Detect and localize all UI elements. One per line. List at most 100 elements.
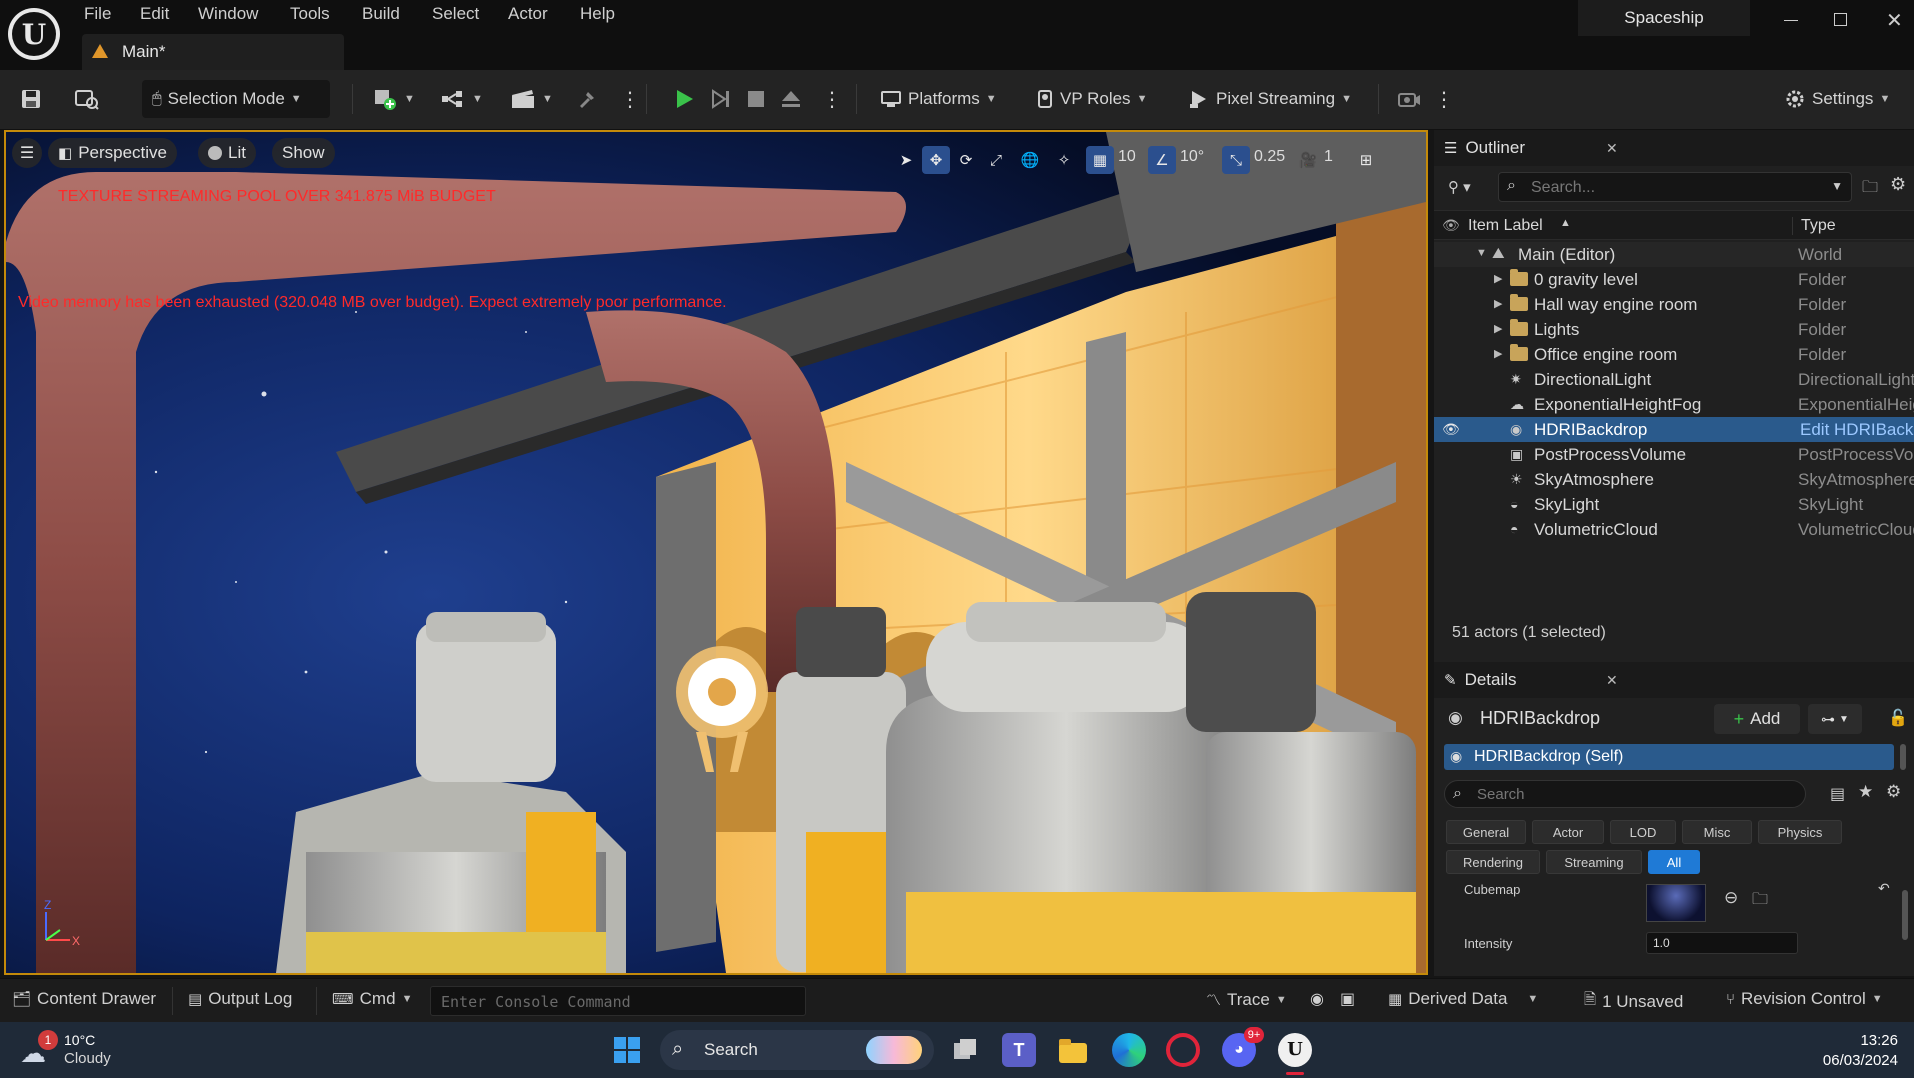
outliner-close-icon[interactable]: ✕ <box>1606 140 1618 157</box>
item-label-column[interactable]: Item Label <box>1468 217 1543 235</box>
cinematics-button[interactable]: ▼ <box>510 80 553 118</box>
menu-tools[interactable]: Tools <box>290 4 330 24</box>
select-tool-icon[interactable]: ➤ <box>892 146 920 174</box>
lit-button[interactable]: Lit <box>198 138 256 168</box>
filter-general[interactable]: General <box>1446 820 1526 844</box>
world-space-icon[interactable]: 🌐 <box>1016 146 1044 174</box>
filter-all[interactable]: All <box>1648 850 1700 874</box>
grid-snap-value[interactable]: 10 <box>1118 148 1136 166</box>
eject-button[interactable] <box>780 80 802 118</box>
selection-mode-dropdown[interactable]: 🖱 Selection Mode ▼ <box>142 80 330 118</box>
component-scrollbar[interactable] <box>1900 744 1906 770</box>
menu-build[interactable]: Build <box>362 4 400 24</box>
reset-to-default-icon[interactable]: ↶ <box>1878 880 1890 897</box>
filter-misc[interactable]: Misc <box>1682 820 1752 844</box>
unreal-editor-taskbar-icon[interactable]: U <box>1278 1033 1312 1067</box>
translate-tool-icon[interactable]: ✥ <box>922 146 950 174</box>
camera-speed-value[interactable]: 1 <box>1324 148 1333 166</box>
edge-browser-icon[interactable] <box>1112 1033 1146 1067</box>
tree-row-actor[interactable]: ✷ DirectionalLight DirectionalLight <box>1434 367 1914 392</box>
pixel-streaming-dropdown[interactable]: Pixel Streaming ▼ <box>1188 80 1352 118</box>
tree-row-actor[interactable]: ◓ VolumetricCloud VolumetricCloud <box>1434 517 1914 542</box>
perspective-button[interactable]: ◧ Perspective <box>48 138 178 168</box>
outliner-tab[interactable]: ☰ Outliner ✕ <box>1434 130 1914 166</box>
record-icon[interactable]: ◉ <box>1310 989 1324 1009</box>
menu-window[interactable]: Window <box>198 4 258 24</box>
camera-speed-icon[interactable]: 🎥 <box>1294 146 1322 174</box>
filter-lod[interactable]: LOD <box>1610 820 1676 844</box>
cmd-dropdown[interactable]: ⌨ Cmd ▼ <box>332 989 412 1009</box>
virtual-camera-icon[interactable] <box>1396 80 1422 118</box>
tree-row-actor[interactable]: ◒ SkyLight SkyLight <box>1434 492 1914 517</box>
details-close-icon[interactable]: ✕ <box>1606 672 1618 689</box>
settings-dropdown[interactable]: Settings ▼ <box>1784 80 1890 118</box>
menu-help[interactable]: Help <box>580 4 615 24</box>
tree-row-folder[interactable]: ▶ Lights Folder <box>1434 317 1914 342</box>
intensity-input[interactable]: 1.0 <box>1646 932 1798 954</box>
find-in-browser-icon[interactable]: 🗀 <box>1752 888 1768 915</box>
details-settings-icon[interactable]: ⚙ <box>1886 782 1901 802</box>
stop-button[interactable] <box>746 80 766 118</box>
rotate-tool-icon[interactable]: ⟳ <box>952 146 980 174</box>
tree-row-folder[interactable]: ▶ Hall way engine room Folder <box>1434 292 1914 317</box>
close-icon[interactable]: ✕ <box>1886 8 1903 33</box>
details-tab[interactable]: ✎ Details ✕ <box>1434 662 1914 698</box>
scale-snap-icon[interactable]: ⤡ <box>1222 146 1250 174</box>
task-view-icon[interactable] <box>948 1033 982 1067</box>
details-actor-name[interactable]: HDRIBackdrop <box>1480 708 1600 729</box>
minimize-icon[interactable] <box>1784 20 1798 21</box>
add-component-button[interactable]: + Add <box>1714 704 1800 734</box>
unsaved-button[interactable]: 🗎 1 Unsaved <box>1584 989 1683 1014</box>
menu-file[interactable]: File <box>84 4 111 24</box>
unreal-logo-icon[interactable]: U <box>8 8 60 60</box>
screenshot-icon[interactable]: ▣ <box>1340 989 1355 1009</box>
blueprints-button[interactable]: ▼ <box>440 80 483 118</box>
add-folder-icon[interactable]: 🗀 <box>1862 176 1878 203</box>
play-button[interactable] <box>672 80 696 118</box>
revision-control-dropdown[interactable]: ⑂ Revision Control ▼ <box>1726 989 1883 1009</box>
clock-time[interactable]: 13:26 <box>1828 1032 1898 1049</box>
tree-row-actor[interactable]: ☁ ExponentialHeightFog ExponentialHeight… <box>1434 392 1914 417</box>
save-icon[interactable] <box>20 80 42 118</box>
tree-row-main-editor[interactable]: ▼ ⛰ Main (Editor) World <box>1434 242 1914 267</box>
tree-row-actor[interactable]: ☀ SkyAtmosphere SkyAtmosphere <box>1434 467 1914 492</box>
lock-icon[interactable]: 🔓 <box>1888 708 1908 728</box>
windows-start-icon[interactable] <box>610 1033 644 1067</box>
toolbar-more-icon[interactable]: ⋮ <box>1434 80 1454 118</box>
component-row-selected[interactable]: ◉ HDRIBackdrop (Self) <box>1444 744 1894 770</box>
restore-icon[interactable] <box>1834 13 1847 26</box>
rotation-snap-icon[interactable]: ∠ <box>1148 146 1176 174</box>
file-explorer-icon[interactable] <box>1056 1033 1090 1067</box>
menu-select[interactable]: Select <box>432 4 479 24</box>
clock-date[interactable]: 06/03/2024 <box>1804 1052 1898 1069</box>
visibility-eye-icon[interactable]: 👁 <box>1442 421 1460 438</box>
console-command-input[interactable]: Enter Console Command <box>430 986 806 1016</box>
taskbar-search-box[interactable]: ⌕ Search <box>660 1030 934 1070</box>
filter-actor[interactable]: Actor <box>1532 820 1604 844</box>
modes-brush-icon[interactable] <box>576 80 598 118</box>
output-log-button[interactable]: ▤ Output Log <box>188 989 292 1009</box>
discord-icon[interactable]: ◕ 9+ <box>1222 1027 1264 1067</box>
filter-physics[interactable]: Physics <box>1758 820 1842 844</box>
viewport-menu-button[interactable]: ☰ <box>12 138 42 168</box>
level-viewport[interactable]: Z X ☰ ◧ Perspective Lit Show ➤ ✥ ⟳ ⤢ 🌐 ✧… <box>4 130 1428 975</box>
tree-row-actor[interactable]: ▣ PostProcessVolume PostProcessVolume <box>1434 442 1914 467</box>
scale-snap-value[interactable]: 0.25 <box>1254 148 1285 166</box>
details-scrollbar[interactable] <box>1902 890 1908 940</box>
content-browser-icon[interactable] <box>74 80 100 118</box>
play-options-icon[interactable]: ⋮ <box>822 80 842 118</box>
rotation-snap-value[interactable]: 10° <box>1180 148 1204 166</box>
opera-browser-icon[interactable] <box>1166 1033 1200 1067</box>
viewport-layout-icon[interactable]: ⊞ <box>1352 146 1380 174</box>
tree-row-actor-selected[interactable]: 👁 ◉ HDRIBackdrop Edit HDRIBackdrop <box>1434 417 1914 442</box>
outliner-filter-icon[interactable]: ⚲ ▾ <box>1448 178 1471 196</box>
favorites-star-icon[interactable]: ★ <box>1858 782 1873 802</box>
derived-data-dropdown[interactable]: ▦ Derived Data ▼ <box>1388 989 1538 1009</box>
type-column[interactable]: Type <box>1792 217 1836 235</box>
blueprint-options-button[interactable]: ⊶ ▼ <box>1808 704 1862 734</box>
weather-widget[interactable]: ☁ 1 10°C Cloudy <box>20 1030 140 1070</box>
menu-actor[interactable]: Actor <box>508 4 548 24</box>
outliner-settings-icon[interactable]: ⚙ <box>1890 174 1906 195</box>
level-tab[interactable]: Main* <box>82 34 344 70</box>
filter-rendering[interactable]: Rendering <box>1446 850 1540 874</box>
